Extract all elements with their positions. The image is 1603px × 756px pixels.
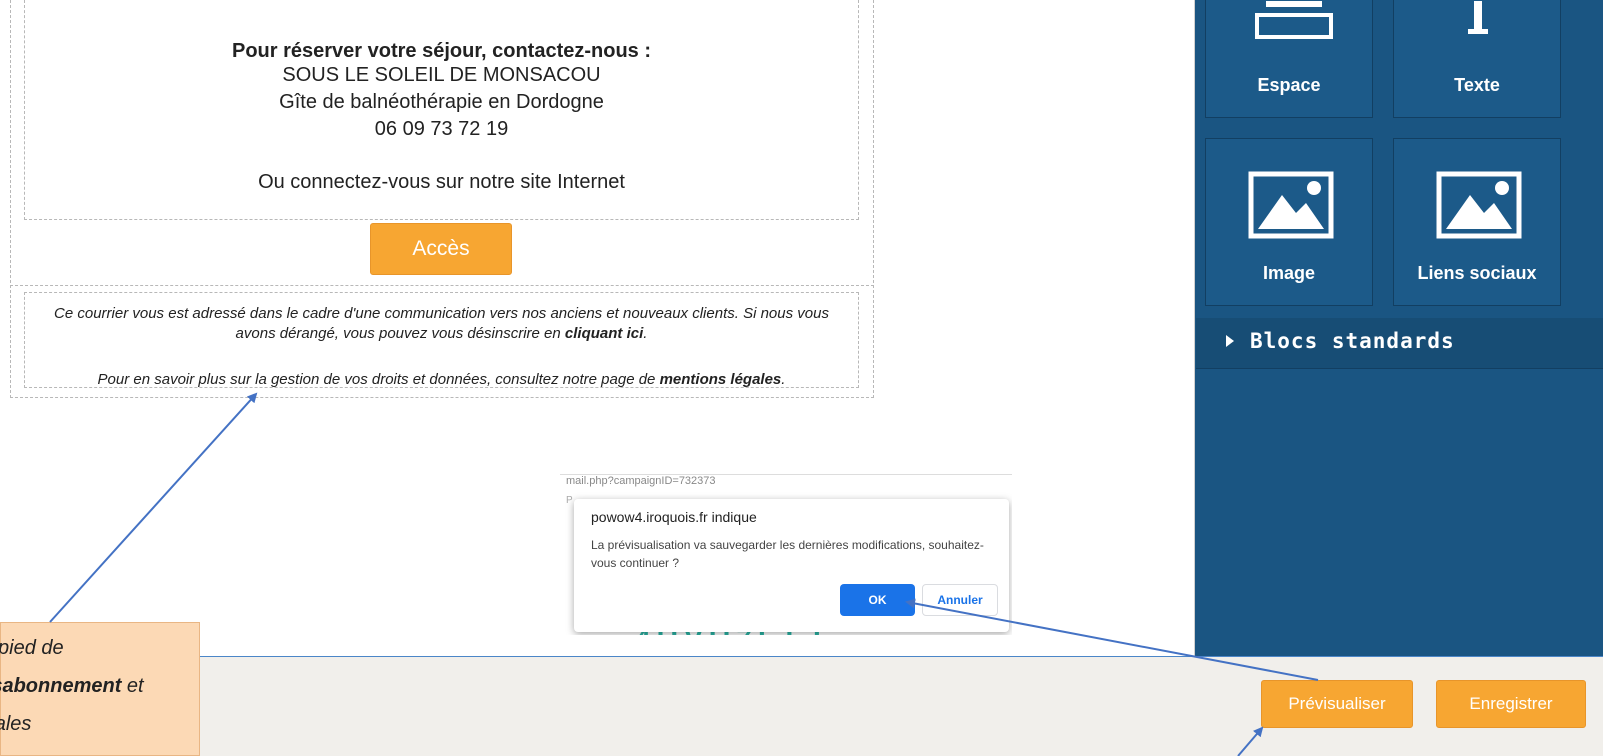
tile-espace[interactable]: Espace: [1205, 0, 1373, 118]
annotation-line-2: désabonnement et: [0, 675, 144, 698]
unsubscribe-link[interactable]: cliquant ici: [565, 325, 643, 342]
image-icon: [1436, 171, 1522, 239]
arrow-to-footer: [49, 392, 258, 623]
annotation-line-3: légales: [0, 713, 32, 735]
sidebar-scrollbar[interactable]: [1182, 0, 1195, 660]
tile-social-links[interactable]: Liens sociaux: [1393, 138, 1561, 306]
legal-paragraph: Pour en savoir plus sur la gestion de vo…: [33, 370, 850, 390]
dialog-title: powow4.iroquois.fr indique: [591, 509, 757, 525]
contact-block[interactable]: Pour réserver votre séjour, contactez-no…: [24, 0, 859, 220]
tile-texte[interactable]: Texte: [1393, 0, 1561, 118]
block-separator: [10, 285, 874, 286]
website-line: Ou connectez-vous sur notre site Interne…: [258, 171, 625, 193]
access-button[interactable]: Accès: [370, 223, 512, 275]
legal-link[interactable]: mentions légales: [660, 371, 782, 388]
caret-right-icon: [1226, 335, 1234, 347]
contact-title: Pour réserver votre séjour, contactez-no…: [231, 40, 652, 62]
spacer-icon: [1255, 1, 1333, 39]
dialog-cancel-button[interactable]: Annuler: [922, 584, 998, 616]
annotation-line-1: En pied de: [0, 637, 64, 659]
phone-number: 06 09 73 72 19: [374, 118, 509, 140]
save-button[interactable]: Enregistrer: [1436, 680, 1586, 728]
tile-label: Liens sociaux: [1417, 263, 1537, 283]
unsubscribe-end: .: [643, 325, 648, 342]
confirm-dialog: powow4.iroquois.fr indique La prévisuali…: [574, 499, 1009, 632]
annotation-callout: En pied de désabonnement et légales: [0, 622, 200, 756]
unsubscribe-paragraph: Ce courrier vous est adressé dans le cad…: [33, 304, 850, 344]
company-subtitle: Gîte de balnéothérapie en Dordogne: [279, 91, 604, 113]
legal-text: Pour en savoir plus sur la gestion de vo…: [97, 371, 660, 388]
dialog-message: La prévisualisation va sauvegarder les d…: [591, 538, 984, 570]
standard-blocks-toggle[interactable]: Blocs standards: [1196, 318, 1603, 369]
legal-end: .: [781, 371, 786, 388]
background-letter: P: [566, 495, 573, 506]
standard-blocks-label: Blocs standards: [1250, 329, 1455, 353]
access-button-block[interactable]: Accès: [370, 223, 512, 275]
dialog-ok-button[interactable]: OK: [840, 584, 915, 616]
email-footer[interactable]: Ce courrier vous est adressé dans le cad…: [24, 292, 859, 388]
unsubscribe-text: Ce courrier vous est adressé dans le cad…: [54, 305, 829, 342]
tile-label: Espace: [1257, 75, 1321, 95]
image-icon: [1248, 171, 1334, 239]
annotation-line-2-rest: et: [121, 675, 144, 697]
preview-dialog-screenshot: mail.php?campaignID=732373 P 4IIVII7I I …: [560, 474, 1012, 635]
text-icon: [1468, 1, 1488, 34]
preview-button[interactable]: Prévisualiser: [1261, 680, 1413, 728]
tile-label: Image: [1262, 263, 1316, 283]
annotation-bold-word: désabonnement: [0, 675, 122, 697]
tile-image[interactable]: Image: [1205, 138, 1373, 306]
tile-label: Texte: [1454, 75, 1500, 95]
browser-url-fragment: mail.php?campaignID=732373: [566, 475, 716, 487]
company-name: SOUS LE SOLEIL DE MONSACOU: [282, 64, 601, 86]
